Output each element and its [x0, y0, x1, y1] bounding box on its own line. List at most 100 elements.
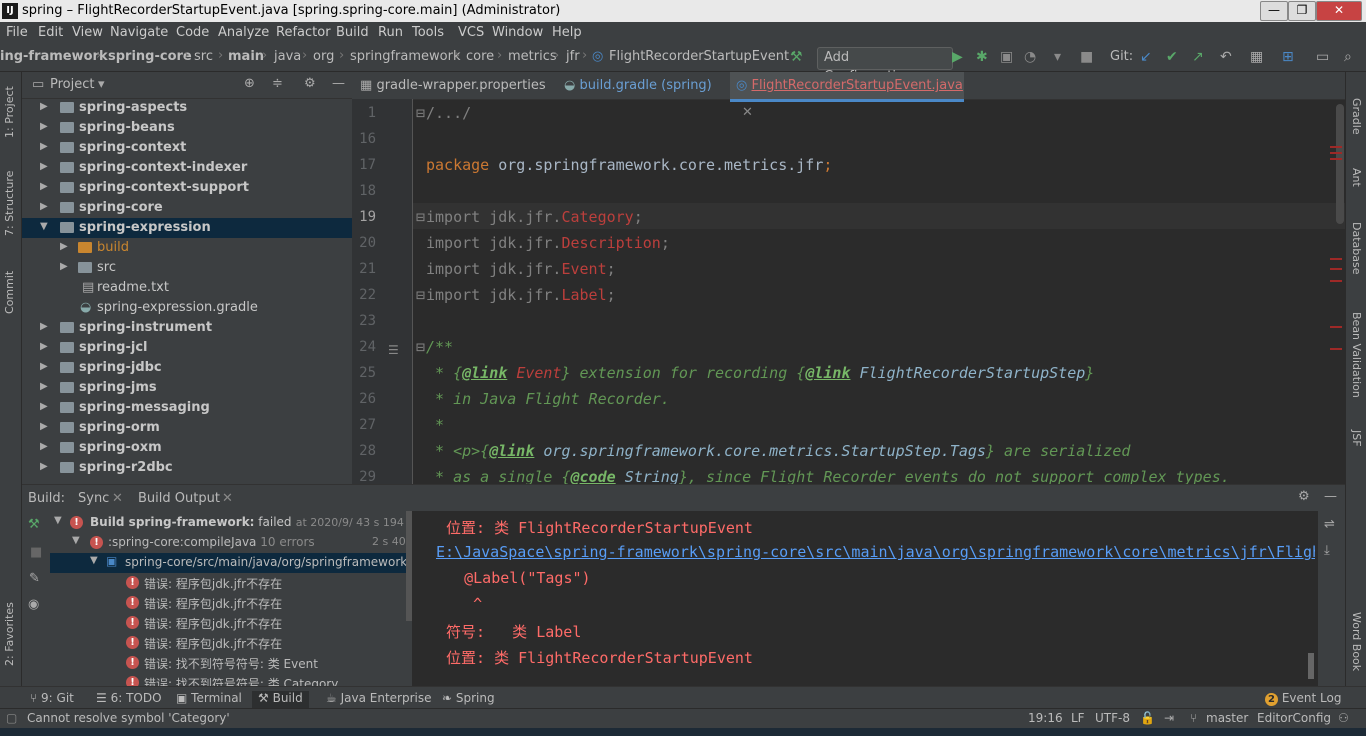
toggle-tool-windows-icon[interactable]: ▢ — [6, 711, 17, 725]
eye-icon[interactable]: ◉ — [28, 597, 39, 612]
caret-position[interactable]: 19:16 — [1028, 711, 1063, 725]
coverage-icon[interactable]: ▣ — [1000, 49, 1013, 65]
chevron-right-icon[interactable]: ▶ — [40, 121, 48, 132]
chevron-right-icon[interactable]: ▶ — [40, 201, 48, 212]
database-tool-tab[interactable]: Database — [1350, 222, 1363, 275]
hammer-build-icon[interactable]: ⚒ — [790, 49, 803, 65]
close-tab-icon[interactable]: ✕ — [112, 491, 123, 506]
tree-scrollbar[interactable] — [406, 511, 412, 621]
tab-build-output[interactable]: Build Output — [138, 491, 220, 506]
hide-icon[interactable]: — — [332, 76, 345, 91]
error-stripe-marker[interactable] — [1330, 152, 1342, 154]
menu-window[interactable]: Window — [492, 25, 543, 40]
menu-help[interactable]: Help — [552, 25, 582, 40]
chevron-down-icon[interactable]: ▼ — [40, 221, 48, 232]
line-separator[interactable]: LF — [1071, 711, 1085, 725]
gradle-tool-tab[interactable]: Gradle — [1350, 98, 1363, 135]
tree-item-spring-core[interactable]: ▶ spring-core — [22, 198, 352, 218]
chevron-right-icon[interactable]: ▶ — [40, 421, 48, 432]
close-tab-icon[interactable]: ✕ — [742, 105, 753, 120]
event-log-button[interactable]: 2 Event Log — [1265, 691, 1341, 706]
chevron-right-icon[interactable]: ▶ — [40, 361, 48, 372]
maximize-button[interactable]: ❐ — [1288, 1, 1316, 21]
tree-item-spring-instrument[interactable]: ▶ spring-instrument — [22, 318, 352, 338]
code-line-26[interactable]: * in Java Flight Recorder. — [426, 390, 670, 408]
tab-gradle-wrapper[interactable]: ▦ gradle-wrapper.properties — [360, 72, 560, 99]
error-stripe-marker[interactable] — [1330, 146, 1342, 148]
indent-icon[interactable]: ⇥ — [1164, 711, 1174, 725]
tree-item-spring-context-indexer[interactable]: ▶ spring-context-indexer — [22, 158, 352, 178]
tree-item-readme[interactable]: ▤ readme.txt — [22, 278, 352, 298]
gear-icon[interactable]: ⚙ — [304, 76, 316, 91]
git-commit-icon[interactable]: ✔ — [1166, 49, 1178, 65]
locate-icon[interactable]: ⊕ — [244, 76, 255, 91]
build-tool-button[interactable]: ⚒ Build — [252, 691, 309, 709]
terminal-tool-button[interactable]: ▣ Terminal — [176, 691, 242, 705]
chevron-down-icon[interactable]: ▼ — [54, 515, 62, 526]
chevron-right-icon[interactable]: ▶ — [40, 181, 48, 192]
fold-marker-icon[interactable]: ⊟ — [416, 286, 425, 304]
ant-tool-tab[interactable]: Ant — [1350, 168, 1363, 187]
chevron-right-icon[interactable]: ▶ — [60, 241, 68, 252]
tree-item-build[interactable]: ▶ build — [22, 238, 352, 258]
tree-item-spring-context-support[interactable]: ▶ spring-context-support — [22, 178, 352, 198]
menu-analyze[interactable]: Analyze — [218, 25, 269, 40]
menu-tools[interactable]: Tools — [412, 25, 444, 40]
project-view-selector[interactable]: Project — [50, 77, 94, 92]
chevron-right-icon[interactable]: ▶ — [40, 101, 48, 112]
chevron-right-icon[interactable]: ▶ — [40, 401, 48, 412]
tree-item-gradle-file[interactable]: ◒ spring-expression.gradle — [22, 298, 352, 318]
code-line-19[interactable]: import jdk.jfr.Category; — [426, 208, 643, 226]
favorites-tool-tab[interactable]: 2: Favorites — [3, 602, 16, 666]
code-line-1[interactable]: /.../ — [426, 104, 471, 122]
add-configuration-button[interactable]: Add Configuration... — [817, 47, 953, 84]
hide-icon[interactable]: — — [1324, 489, 1337, 504]
branch-icon[interactable]: ⑂ — [1190, 711, 1197, 725]
code-line-28[interactable]: * <p>{@link org.springframework.core.met… — [426, 442, 1130, 460]
reader-mode-icon[interactable]: ☰ — [388, 343, 399, 357]
translate-icon[interactable]: ⊞ — [1282, 49, 1294, 65]
code-line-25[interactable]: * {@link Event} extension for recording … — [426, 364, 1094, 382]
run-icon[interactable]: ▶ — [952, 49, 963, 65]
tree-item-spring-r2dbc[interactable]: ▶ spring-r2dbc — [22, 458, 352, 478]
stop-icon[interactable]: ■ — [30, 545, 42, 560]
tree-item-spring-jcl[interactable]: ▶ spring-jcl — [22, 338, 352, 358]
tab-sync[interactable]: Sync — [78, 491, 109, 506]
tree-item-spring-orm[interactable]: ▶ spring-orm — [22, 418, 352, 438]
tree-item-spring-aspects[interactable]: ▶ spring-aspects — [22, 98, 352, 118]
breadcrumb-springframework[interactable]: springframework — [350, 49, 460, 64]
tree-item-spring-messaging[interactable]: ▶ spring-messaging — [22, 398, 352, 418]
code-line-17[interactable]: package org.springframework.core.metrics… — [426, 156, 832, 174]
code-line-21[interactable]: import jdk.jfr.Event; — [426, 260, 616, 278]
breadcrumb-org[interactable]: org — [313, 49, 334, 64]
breadcrumb-file[interactable]: FlightRecorderStartupEvent — [609, 49, 789, 64]
fold-marker-icon[interactable]: ⊟ — [416, 338, 425, 356]
tree-item-src[interactable]: ▶ src — [22, 258, 352, 278]
build-tree-file[interactable]: ▼ ▣ spring-core/src/main/java/org/spring… — [50, 553, 412, 573]
fold-marker-icon[interactable]: ⊟ — [416, 104, 425, 122]
menu-code[interactable]: Code — [176, 25, 209, 40]
error-stripe-marker[interactable] — [1330, 268, 1342, 270]
breadcrumb-module[interactable]: spring-core — [108, 49, 192, 64]
tree-item-spring-beans[interactable]: ▶ spring-beans — [22, 118, 352, 138]
word-book-tool-tab[interactable]: Word Book — [1350, 612, 1363, 671]
todo-tool-button[interactable]: ☰ 6: TODO — [96, 691, 162, 705]
menu-refactor[interactable]: Refactor — [276, 25, 331, 40]
code-line-20[interactable]: import jdk.jfr.Description; — [426, 234, 670, 252]
commit-tool-tab[interactable]: Commit — [3, 271, 16, 314]
menu-view[interactable]: View — [72, 25, 103, 40]
chevron-right-icon[interactable]: ▶ — [40, 341, 48, 352]
breadcrumb-src[interactable]: src — [194, 49, 213, 64]
menu-build[interactable]: Build — [336, 25, 369, 40]
spring-tool-button[interactable]: ❧ Spring — [442, 691, 495, 705]
java-enterprise-tool-button[interactable]: ☕ Java Enterprise — [326, 691, 431, 705]
tree-item-spring-oxm[interactable]: ▶ spring-oxm — [22, 438, 352, 458]
code-line-29[interactable]: * as a single {@code String}, since Flig… — [426, 468, 1230, 484]
soft-wrap-icon[interactable]: ⇌ — [1324, 517, 1335, 532]
code-line-27[interactable]: * — [426, 416, 444, 434]
code-line-24[interactable]: /** — [426, 338, 453, 356]
error-stripe-marker[interactable] — [1330, 326, 1342, 328]
error-stripe-marker[interactable] — [1330, 280, 1342, 282]
rollback-icon[interactable]: ↶ — [1220, 49, 1232, 65]
project-tool-tab[interactable]: 1: Project — [3, 86, 16, 138]
